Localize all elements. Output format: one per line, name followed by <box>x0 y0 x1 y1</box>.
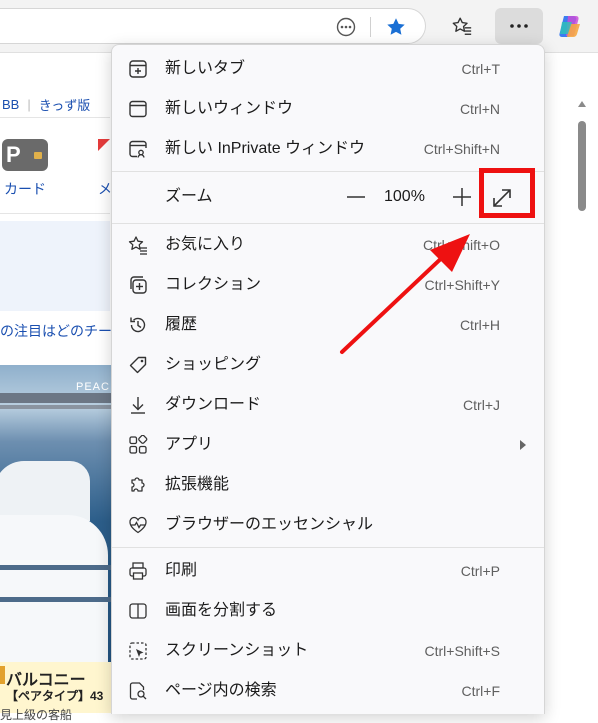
menu-item-print[interactable]: 印刷 Ctrl+P <box>112 551 544 591</box>
zoom-level: 100% <box>384 188 425 205</box>
ship-shape <box>0 461 90 521</box>
menu-label: アプリ <box>165 436 214 453</box>
service-label: カード <box>4 181 46 197</box>
menu-item-new-window[interactable]: 新しいウィンドウ Ctrl+N <box>112 89 544 129</box>
menu-item-screenshot[interactable]: スクリーンショット Ctrl+Shift+S <box>112 631 544 671</box>
copilot-icon[interactable] <box>552 8 588 44</box>
info-band <box>0 221 110 311</box>
annotation-arrow <box>340 234 470 354</box>
menu-item-find-in-page[interactable]: ページ内の検索 Ctrl+F <box>112 671 544 711</box>
menu-shortcut: Ctrl+N <box>459 101 500 117</box>
bridge-shape <box>0 393 112 403</box>
settings-more-icon[interactable] <box>495 8 543 44</box>
apps-grid-icon <box>128 435 148 455</box>
shopping-tag-icon <box>128 355 148 375</box>
settings-menu: 新しいタブ Ctrl+T 新しいウィンドウ Ctrl+N 新しい InPriva… <box>111 44 545 714</box>
menu-item-new-inprivate[interactable]: 新しい InPrivate ウィンドウ Ctrl+Shift+N <box>112 129 544 169</box>
cruise-ad-image[interactable]: PEAC <box>0 365 112 713</box>
menu-label: 拡張機能 <box>165 476 230 493</box>
submenu-chevron-icon <box>520 440 526 450</box>
menu-label: 新しい InPrivate ウィンドウ <box>165 140 366 157</box>
menu-shortcut: Ctrl+F <box>461 683 501 699</box>
new-window-icon <box>128 99 148 119</box>
menu-label: 印刷 <box>165 562 198 579</box>
link-kids[interactable]: きっず版 <box>39 95 90 114</box>
ad-image-text: PEAC <box>76 381 110 393</box>
menu-separator <box>112 223 544 224</box>
menu-label: 履歴 <box>165 316 198 333</box>
service-label-2[interactable]: メ <box>98 179 112 199</box>
service-card[interactable]: P カード <box>0 139 110 203</box>
printer-icon <box>128 561 148 581</box>
mail-service-icon[interactable] <box>98 139 110 151</box>
ad-subtitle: 【ペアタイプ】43 <box>6 689 104 703</box>
menu-shortcut: Ctrl+P <box>460 563 500 579</box>
zoom-label: ズーム <box>165 188 213 205</box>
menu-label: コレクション <box>165 276 262 293</box>
highlight-box <box>479 168 535 218</box>
menu-item-extensions[interactable]: 拡張機能 <box>112 465 544 505</box>
ad-bottom-text: 見上級の客船 <box>0 708 73 722</box>
ad-accent-bar <box>0 666 5 684</box>
download-icon <box>128 395 148 415</box>
ship-deck <box>0 565 112 570</box>
divider <box>0 213 110 214</box>
split-screen-icon <box>128 601 148 621</box>
find-in-page-icon <box>128 681 148 701</box>
link-bb[interactable]: BB <box>2 97 19 112</box>
collections-icon <box>128 275 148 295</box>
menu-label: ダウンロード <box>165 396 262 413</box>
menu-label: ブラウザーのエッセンシャル <box>165 516 374 533</box>
menu-label: ショッピング <box>165 356 262 373</box>
extensions-puzzle-icon <box>128 475 148 495</box>
menu-shortcut: Ctrl+Shift+N <box>423 141 500 157</box>
menu-separator <box>112 547 544 548</box>
menu-item-apps[interactable]: アプリ <box>112 425 544 465</box>
scrollbar[interactable] <box>574 95 590 713</box>
menu-label: 新しいウィンドウ <box>165 100 294 117</box>
ad-banner[interactable]: バルコニー 【ペアタイプ】43 見上級の客船 <box>0 662 112 722</box>
menu-label: お気に入り <box>165 236 246 253</box>
menu-label: 画面を分割する <box>165 602 278 619</box>
favorite-star-icon[interactable] <box>382 13 410 41</box>
zoom-out-button[interactable] <box>344 187 368 207</box>
menu-item-browser-essentials[interactable]: ブラウザーのエッセンシャル <box>112 505 544 545</box>
more-options-icon[interactable] <box>332 13 360 41</box>
screenshot-icon <box>128 641 148 661</box>
menu-shortcut: Ctrl+Shift+S <box>424 643 500 659</box>
address-separator <box>370 17 371 37</box>
heart-pulse-icon <box>128 515 148 535</box>
ship-deck <box>0 597 112 602</box>
new-tab-icon <box>128 59 148 79</box>
scroll-up-icon[interactable] <box>578 101 586 107</box>
menu-label: スクリーンショット <box>165 642 309 659</box>
scroll-thumb[interactable] <box>578 121 586 211</box>
address-bar[interactable] <box>0 8 426 44</box>
menu-item-split-screen[interactable]: 画面を分割する <box>112 591 544 631</box>
history-icon <box>128 315 148 335</box>
menu-item-new-tab[interactable]: 新しいタブ Ctrl+T <box>112 49 544 89</box>
favorites-star-list-icon <box>128 235 148 255</box>
card-service-icon: P <box>2 139 48 171</box>
menu-label: 新しいタブ <box>165 60 246 77</box>
ship-shape <box>0 515 108 675</box>
inprivate-window-icon <box>128 139 148 159</box>
menu-shortcut: Ctrl+T <box>461 61 501 77</box>
menu-label: ページ内の検索 <box>165 682 277 699</box>
top-links: BB | きっず版 <box>0 93 90 115</box>
zoom-in-button[interactable] <box>450 185 474 209</box>
divider <box>0 117 110 118</box>
menu-shortcut: Ctrl+J <box>463 397 500 413</box>
bridge-shape <box>0 405 112 409</box>
favorites-icon[interactable] <box>444 8 480 44</box>
menu-item-downloads[interactable]: ダウンロード Ctrl+J <box>112 385 544 425</box>
news-headline[interactable]: の注目はどのチー <box>0 321 112 341</box>
link-separator: | <box>27 96 31 112</box>
